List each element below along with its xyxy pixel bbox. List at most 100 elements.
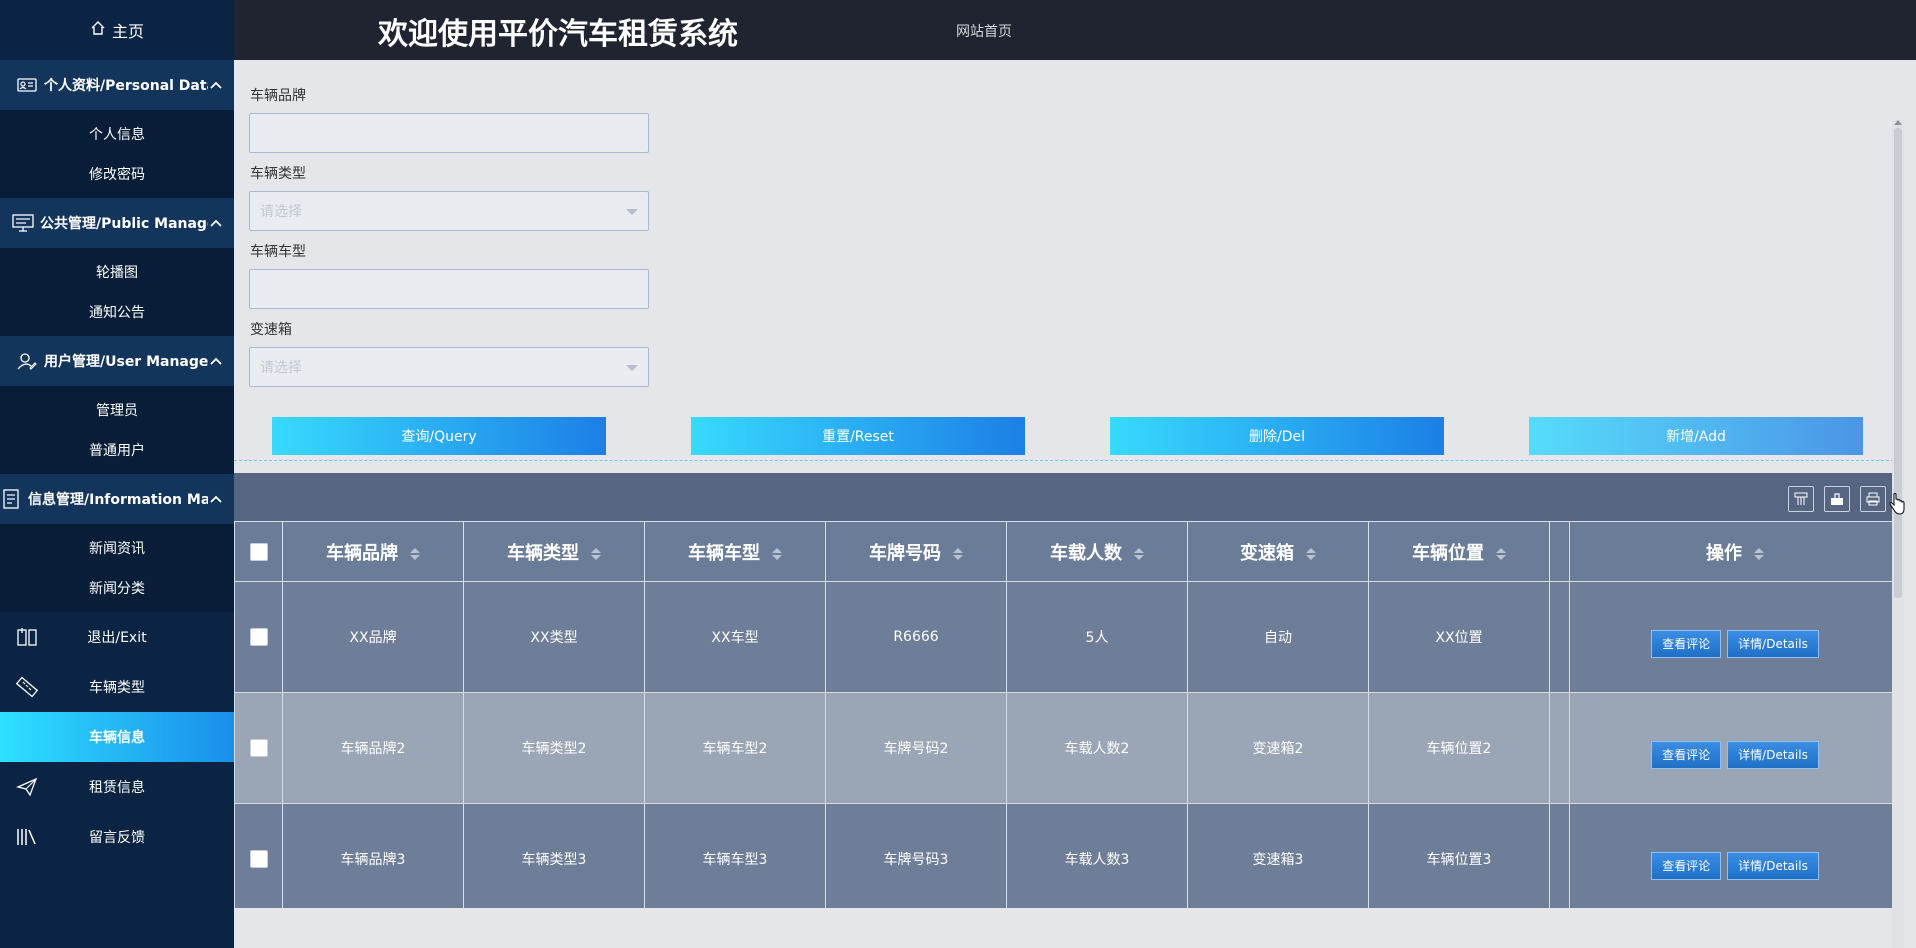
row-actions-cell: 查看评论 详情/Details bbox=[1569, 803, 1900, 908]
table-row: XX品牌 XX类型 XX车型 R6666 5人 自动 XX位置 查看评论 详情/Details bbox=[234, 581, 1900, 693]
sidebar: 主页 个人资料/Personal Data 个人信息 修改密码 公共管理/Pub… bbox=[0, 0, 234, 948]
row-select-cell bbox=[234, 803, 283, 908]
sidebar-item-vehicle-info[interactable]: 车辆信息 bbox=[0, 712, 234, 762]
paper-plane-icon bbox=[14, 775, 40, 799]
sidebar-item-rental-info[interactable]: 租赁信息 bbox=[0, 762, 234, 812]
table-cell: 变速箱3 bbox=[1187, 803, 1369, 908]
table-cell: XX品牌 bbox=[282, 581, 464, 693]
table-cell: 车载人数2 bbox=[1006, 692, 1188, 804]
table-cell: 车牌号码2 bbox=[825, 692, 1007, 804]
sort-icon[interactable] bbox=[772, 547, 782, 561]
view-comments-button[interactable]: 查看评论 bbox=[1651, 852, 1722, 880]
view-comments-button[interactable]: 查看评论 bbox=[1651, 630, 1722, 658]
monitor-icon bbox=[12, 214, 34, 232]
page-scrollbar[interactable] bbox=[1892, 120, 1904, 948]
columns-icon[interactable] bbox=[1788, 486, 1814, 512]
column-header[interactable]: 车辆车型 bbox=[644, 521, 826, 582]
sidebar-group-user-manage[interactable]: 用户管理/User Manage bbox=[0, 336, 234, 386]
website-home-link[interactable]: 网站首页 bbox=[956, 21, 1012, 41]
column-header-label: 操作 bbox=[1706, 542, 1742, 564]
spacer-cell bbox=[1549, 521, 1570, 582]
table-cell: 车辆车型2 bbox=[644, 692, 826, 804]
view-comments-button[interactable]: 查看评论 bbox=[1651, 741, 1722, 769]
sidebar-item-label: 车辆信息 bbox=[89, 730, 145, 746]
sidebar-item-regular-users[interactable]: 普通用户 bbox=[0, 430, 234, 470]
vehicle-info-icon bbox=[14, 725, 40, 749]
gearbox-select-placeholder: 请选择 bbox=[260, 360, 302, 376]
sidebar-item-vehicle-types[interactable]: 车辆类型 bbox=[0, 662, 234, 712]
sort-icon[interactable] bbox=[410, 547, 420, 561]
sort-icon[interactable] bbox=[591, 547, 601, 561]
row-select-cell bbox=[234, 692, 283, 804]
scroll-thumb[interactable] bbox=[1894, 128, 1902, 598]
chevron-up-icon bbox=[208, 491, 224, 507]
home-icon bbox=[90, 20, 106, 40]
column-header[interactable]: 车牌号码 bbox=[825, 521, 1007, 582]
column-header[interactable]: 车辆品牌 bbox=[282, 521, 464, 582]
sidebar-item-admins[interactable]: 管理员 bbox=[0, 390, 234, 430]
model-input[interactable] bbox=[249, 269, 649, 309]
brand-label: 车辆品牌 bbox=[250, 88, 306, 104]
sidebar-item-change-password[interactable]: 修改密码 bbox=[0, 154, 234, 194]
reset-button[interactable]: 重置/Reset bbox=[691, 417, 1025, 455]
column-header[interactable]: 变速箱 bbox=[1187, 521, 1369, 582]
table-cell: 变速箱2 bbox=[1187, 692, 1369, 804]
sort-icon[interactable] bbox=[1496, 547, 1506, 561]
row-checkbox[interactable] bbox=[249, 850, 268, 868]
sort-icon[interactable] bbox=[1754, 547, 1764, 561]
sort-icon[interactable] bbox=[1134, 547, 1144, 561]
type-label: 车辆类型 bbox=[250, 166, 306, 182]
sidebar-item-carousel[interactable]: 轮播图 bbox=[0, 252, 234, 292]
scroll-up-icon[interactable] bbox=[1894, 120, 1902, 125]
row-checkbox[interactable] bbox=[249, 739, 268, 757]
sidebar-sublist: 管理员 普通用户 bbox=[0, 386, 234, 474]
table-panel: 车辆品牌 车辆类型 车辆车型 车牌号码 车载人数 变速箱 车辆位置 操作 XX品… bbox=[234, 473, 1900, 908]
delete-button[interactable]: 删除/Del bbox=[1110, 417, 1444, 455]
sidebar-item-news-categories[interactable]: 新闻分类 bbox=[0, 568, 234, 608]
table-cell: 车辆位置2 bbox=[1368, 692, 1550, 804]
select-all-checkbox[interactable] bbox=[249, 543, 268, 561]
gearbox-select[interactable]: 请选择 bbox=[249, 347, 649, 387]
sidebar-group-public-manage[interactable]: 公共管理/Public Manage bbox=[0, 198, 234, 248]
column-header[interactable]: 车辆位置 bbox=[1368, 521, 1550, 582]
sidebar-home-label: 主页 bbox=[111, 22, 144, 41]
sidebar-group-personal-data[interactable]: 个人资料/Personal Data bbox=[0, 60, 234, 110]
row-checkbox[interactable] bbox=[249, 628, 268, 646]
query-button[interactable]: 查询/Query bbox=[272, 417, 606, 455]
sidebar-item-notices[interactable]: 通知公告 bbox=[0, 292, 234, 332]
export-icon[interactable] bbox=[1824, 486, 1850, 512]
type-select[interactable]: 请选择 bbox=[249, 191, 649, 231]
sidebar-item-label: 留言反馈 bbox=[89, 830, 145, 846]
details-button[interactable]: 详情/Details bbox=[1727, 741, 1819, 769]
sidebar-item-exit[interactable]: 退出/Exit bbox=[0, 612, 234, 662]
divider bbox=[234, 460, 1904, 461]
table-cell: 车牌号码3 bbox=[825, 803, 1007, 908]
sort-icon[interactable] bbox=[953, 547, 963, 561]
sidebar-home[interactable]: 主页 bbox=[0, 0, 234, 60]
details-button[interactable]: 详情/Details bbox=[1727, 630, 1819, 658]
sidebar-group-information-manage[interactable]: 信息管理/Information Manage bbox=[0, 474, 234, 524]
details-button[interactable]: 详情/Details bbox=[1727, 852, 1819, 880]
sidebar-item-news[interactable]: 新闻资讯 bbox=[0, 528, 234, 568]
table-cell: 车辆品牌2 bbox=[282, 692, 464, 804]
column-header-label: 车辆品牌 bbox=[326, 542, 398, 564]
column-header[interactable]: 车载人数 bbox=[1006, 521, 1188, 582]
column-header-actions[interactable]: 操作 bbox=[1569, 521, 1900, 582]
sidebar-item-feedback[interactable]: 留言反馈 bbox=[0, 812, 234, 862]
sidebar-group-label: 信息管理/Information Manage bbox=[28, 492, 208, 508]
brand-input[interactable] bbox=[249, 113, 649, 153]
table-cell: 5人 bbox=[1006, 581, 1188, 693]
column-header[interactable]: 车辆类型 bbox=[463, 521, 645, 582]
column-header-label: 车辆类型 bbox=[507, 542, 579, 564]
table-row: 车辆品牌3 车辆类型3 车辆车型3 车牌号码3 车载人数3 变速箱3 车辆位置3 查看评论 详情… bbox=[234, 803, 1900, 908]
sidebar-item-personal-info[interactable]: 个人信息 bbox=[0, 114, 234, 154]
print-icon[interactable] bbox=[1860, 486, 1886, 512]
add-button[interactable]: 新增/Add bbox=[1529, 417, 1863, 455]
table-cell: R6666 bbox=[825, 581, 1007, 693]
exit-icon bbox=[14, 625, 40, 649]
table-cell: XX类型 bbox=[463, 581, 645, 693]
user-edit-icon bbox=[16, 352, 38, 370]
table-cell: 车辆车型3 bbox=[644, 803, 826, 908]
sort-icon[interactable] bbox=[1306, 547, 1316, 561]
column-header-label: 车辆位置 bbox=[1412, 542, 1484, 564]
